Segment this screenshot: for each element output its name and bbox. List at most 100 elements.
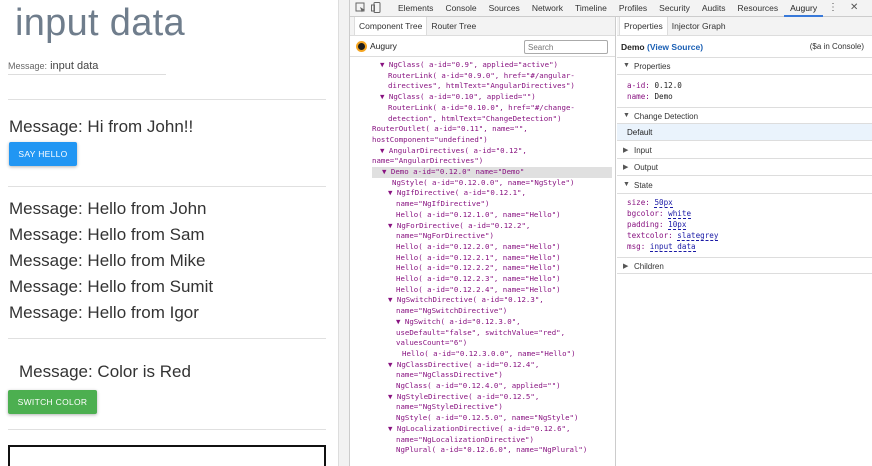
state-row[interactable]: size: 50px (627, 198, 673, 208)
collapsed-icon: ▶ (623, 263, 629, 270)
component-name: Demo (621, 42, 645, 52)
expanded-icon: ▼ (623, 112, 630, 119)
tree-node[interactable]: ▼ NgSwitch( a-id="0.12.3.0", (396, 317, 521, 328)
tree-node[interactable]: name="AngularDirectives") (372, 156, 483, 167)
switch-color-button[interactable]: SWITCH COLOR (8, 390, 97, 414)
hello-message: Message: Hello from Igor (9, 303, 199, 322)
tree-node[interactable]: Hello( a-id="0.12.1.0", name="Hello") (396, 210, 561, 221)
divider (8, 99, 326, 100)
devtools-panel: Elements Console Sources Network Timelin… (350, 0, 872, 466)
tree-node[interactable]: name="NgForDirective") (396, 231, 494, 242)
search-input[interactable] (524, 40, 608, 54)
view-source-link[interactable]: (View Source) (647, 42, 703, 52)
message-label: Message: (8, 61, 48, 71)
expanded-icon: ▼ (623, 181, 630, 188)
tree-node[interactable]: ▼ NgIfDirective( a-id="0.12.1", (388, 188, 526, 199)
tree-node[interactable]: name="NgStyleDirective") (396, 402, 503, 413)
tree-node[interactable]: Hello( a-id="0.12.2.2", name="Hello") (396, 263, 561, 274)
tree-node[interactable]: NgPlural( a-id="0.12.6.0", name="NgPlura… (396, 445, 587, 456)
tree-node[interactable]: ▼ NgSwitchDirective( a-id="0.12.3", (388, 295, 544, 306)
tree-node[interactable]: Hello( a-id="0.12.2.0", name="Hello") (396, 242, 561, 253)
component-header: Demo (View Source) ($a in Console) (617, 36, 872, 58)
tree-node[interactable]: directives", htmlText="AngularDirectives… (388, 81, 575, 92)
state-section-header[interactable]: ▼ State (617, 177, 872, 194)
tree-node[interactable]: name="NgLocalizationDirective") (396, 435, 534, 446)
tree-node[interactable]: NgStyle( a-id="0.12.0.0", name="NgStyle"… (392, 178, 574, 189)
change-detection-section-header[interactable]: ▼ Change Detection (617, 107, 872, 124)
property-row: name: Demo (627, 92, 673, 101)
hello-message: Message: Hello from John (9, 199, 207, 218)
tree-node[interactable]: name="NgIfDirective") (396, 199, 489, 210)
hello-message: Message: Hello from Mike (9, 251, 206, 270)
tree-node[interactable]: hostComponent="undefined") (372, 135, 488, 146)
tree-node[interactable]: name="NgClassDirective") (396, 370, 503, 381)
children-section-header[interactable]: ▶ Children (617, 257, 872, 274)
close-icon[interactable]: ✕ (850, 2, 858, 14)
tab-router-tree[interactable]: Router Tree (427, 17, 480, 35)
input-section-header[interactable]: ▶ Input (617, 142, 872, 159)
tab-profiles[interactable]: Profiles (613, 0, 653, 17)
tree-node[interactable]: NgClass( a-id="0.12.4.0", applied="") (396, 381, 561, 392)
tree-node[interactable]: NgStyle( a-id="0.12.5.0", name="NgStyle"… (396, 413, 578, 424)
tree-node[interactable]: Hello( a-id="0.12.2.3", name="Hello") (396, 274, 561, 285)
tab-sources[interactable]: Sources (483, 0, 526, 17)
tree-node[interactable]: name="NgSwitchDirective") (396, 306, 507, 317)
tab-elements[interactable]: Elements (392, 0, 439, 17)
property-row: a-id: 0.12.0 (627, 81, 682, 90)
inspect-icon[interactable] (354, 2, 366, 14)
tab-console[interactable]: Console (439, 0, 482, 17)
augury-label: Augury (370, 41, 397, 51)
tree-node-selected[interactable]: ▼ Demo a-id="0.12.0" name="Demo" (372, 167, 612, 178)
page-title: input data (15, 2, 185, 44)
say-hello-button[interactable]: SAY HELLO (9, 142, 77, 166)
tree-node[interactable]: ▼ NgStyleDirective( a-id="0.12.5", (388, 392, 539, 403)
message-input[interactable]: Message: input data (8, 60, 166, 75)
state-row[interactable]: bgcolor: white (627, 209, 692, 219)
output-section-header[interactable]: ▶ Output (617, 159, 872, 176)
state-row[interactable]: padding: 10px (627, 220, 687, 230)
tab-resources[interactable]: Resources (732, 0, 785, 17)
tree-node[interactable]: ▼ NgClass( a-id="0.10", applied="") (380, 92, 536, 103)
tree-node[interactable]: useDefault="false", switchValue="red", (396, 328, 565, 339)
tree-node[interactable]: Hello( a-id="0.12.2.1", name="Hello") (396, 253, 561, 264)
more-icon[interactable]: ⋮ (828, 2, 838, 14)
tree-node[interactable]: RouterOutlet( a-id="0.11", name="", (372, 124, 528, 135)
tree-node[interactable]: ▼ AngularDirectives( a-id="0.12", (380, 146, 527, 157)
in-console-hint: ($a in Console) (809, 42, 864, 51)
tree-node[interactable]: detection", htmlText="ChangeDetection") (388, 114, 562, 125)
properties-panel: Properties Injector Graph Demo (View Sou… (617, 17, 872, 466)
tree-node[interactable]: RouterLink( a-id="0.10.0", href="#/chang… (388, 103, 575, 114)
properties-section-header[interactable]: ▼ Properties (617, 58, 872, 75)
tree-node[interactable]: Hello( a-id="0.12.2.4", name="Hello") (396, 285, 561, 296)
tree-node[interactable]: Hello( a-id="0.12.3.0.0", name="Hello") (402, 349, 576, 360)
augury-logo-icon (356, 41, 367, 52)
tree-node[interactable]: ▼ NgClassDirective( a-id="0.12.4", (388, 360, 539, 371)
app-pane: input data Message: input data Message: … (0, 0, 338, 466)
hello-message: Message: Hello from Sam (9, 225, 205, 244)
tab-security[interactable]: Security (653, 0, 696, 17)
tab-injector-graph[interactable]: Injector Graph (668, 17, 730, 35)
divider (8, 429, 326, 430)
devtools-toolbar: Elements Console Sources Network Timelin… (350, 0, 872, 17)
pane-resize-handle[interactable] (338, 0, 350, 466)
tree-node[interactable]: ▼ NgForDirective( a-id="0.12.2", (388, 221, 530, 232)
tab-component-tree[interactable]: Component Tree (354, 17, 428, 35)
state-row[interactable]: textcolor: slategrey (627, 231, 719, 241)
expanded-icon: ▼ (623, 62, 630, 69)
message-input-value[interactable]: input data (50, 60, 98, 72)
augury-toolbar: Augury (350, 36, 615, 57)
tree-node[interactable]: ▼ NgLocalizationDirective( a-id="0.12.6"… (388, 424, 570, 435)
tab-timeline[interactable]: Timeline (569, 0, 613, 17)
john-message: Message: Hi from John!! (9, 117, 194, 136)
tab-network[interactable]: Network (526, 0, 569, 17)
device-icon[interactable] (370, 2, 382, 14)
hello-message: Message: Hello from Sumit (9, 277, 214, 296)
tree-node[interactable]: valuesCount="6") (396, 338, 467, 349)
tab-audits[interactable]: Audits (696, 0, 732, 17)
tab-properties[interactable]: Properties (619, 17, 668, 35)
component-tree-panel: Component Tree Router Tree Augury ▼ NgCl… (350, 17, 616, 466)
tab-augury[interactable]: Augury (784, 0, 824, 17)
state-row[interactable]: msg: input data (627, 242, 696, 252)
tree-node[interactable]: ▼ NgClass( a-id="0.9", applied="active") (380, 60, 558, 71)
tree-node[interactable]: RouterLink( a-id="0.9.0", href="#/angula… (388, 71, 575, 82)
